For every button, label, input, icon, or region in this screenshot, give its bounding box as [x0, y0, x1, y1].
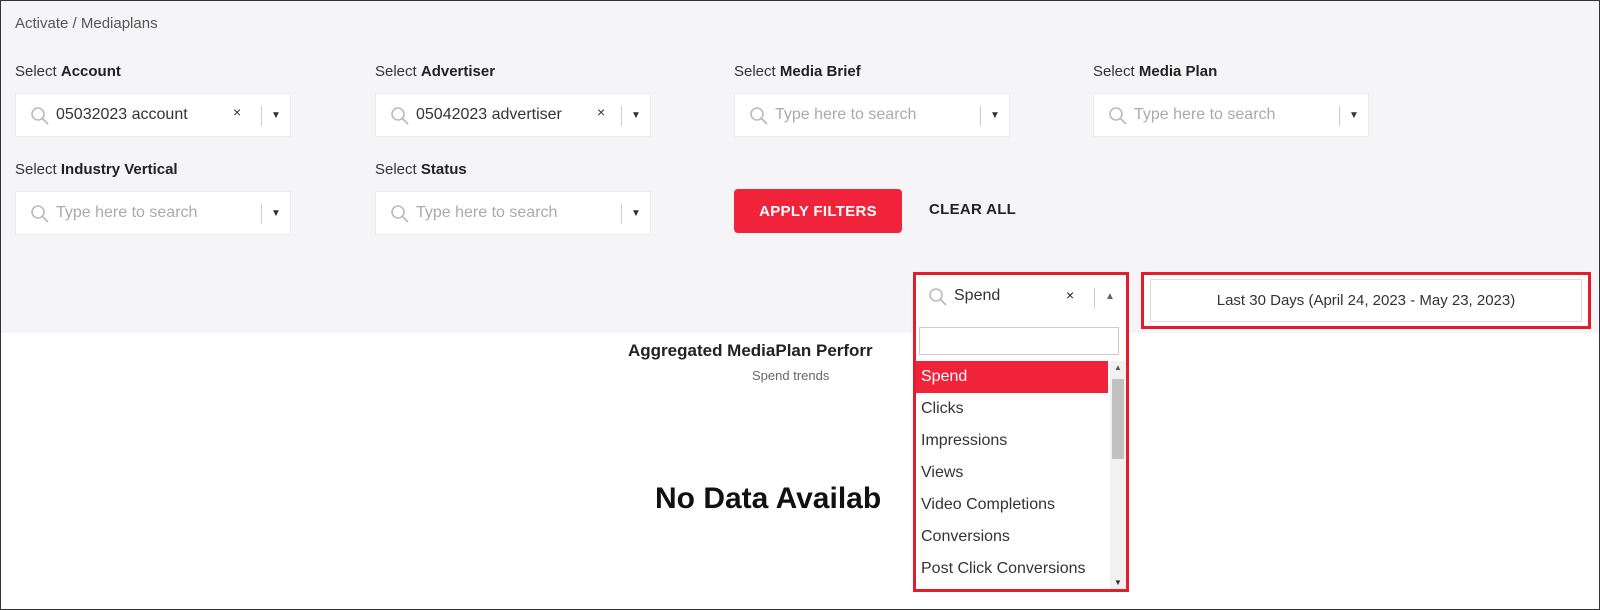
metric-search-input[interactable]: [919, 327, 1119, 355]
metric-option-conversions[interactable]: Conversions: [916, 521, 1108, 553]
metric-option-views[interactable]: Views: [916, 457, 1108, 489]
app-frame: Activate / Mediaplans Select Account 050…: [0, 0, 1600, 610]
status-label: Select Status: [375, 161, 467, 178]
chart-title: Aggregated MediaPlan Perforr: [628, 341, 873, 360]
metric-option-post-click-conversions[interactable]: Post Click Conversions: [916, 553, 1108, 585]
metric-option-impressions[interactable]: Impressions: [916, 425, 1108, 457]
industry-vertical-input[interactable]: Type here to search: [56, 204, 197, 222]
media-brief-label: Select Media Brief: [734, 63, 861, 80]
status-input[interactable]: Type here to search: [416, 204, 557, 222]
options-scrollbar[interactable]: ▲ ▼: [1110, 361, 1126, 589]
media-plan-input[interactable]: Type here to search: [1134, 106, 1275, 124]
clear-icon[interactable]: ×: [233, 104, 241, 120]
apply-filters-button[interactable]: APPLY FILTERS: [734, 189, 902, 233]
divider: [980, 106, 981, 126]
metric-option-video-completions[interactable]: Video Completions: [916, 489, 1108, 521]
advertiser-value[interactable]: 05042023 advertiser: [416, 106, 562, 124]
divider: [1094, 288, 1095, 308]
date-range-picker[interactable]: Last 30 Days (April 24, 2023 - May 23, 2…: [1150, 279, 1582, 322]
divider: [1339, 106, 1340, 126]
advertiser-label: Select Advertiser: [375, 63, 496, 80]
chevron-down-icon[interactable]: ▼: [271, 110, 281, 121]
chevron-down-icon[interactable]: ▼: [990, 110, 1000, 121]
clear-icon[interactable]: ×: [597, 104, 605, 120]
date-range-highlight: Last 30 Days (April 24, 2023 - May 23, 2…: [1141, 272, 1591, 329]
scrollbar-thumb[interactable]: [1112, 379, 1124, 459]
metric-options: Spend Clicks Impressions Views Video Com…: [916, 361, 1108, 589]
divider: [261, 204, 262, 224]
advertiser-select[interactable]: 05042023 advertiser × ▼: [375, 93, 651, 137]
status-select[interactable]: Type here to search ▼: [375, 191, 651, 235]
metric-option-clicks[interactable]: Clicks: [916, 393, 1108, 425]
media-plan-select[interactable]: Type here to search ▼: [1093, 93, 1369, 137]
clear-all-button[interactable]: CLEAR ALL: [929, 201, 1016, 218]
search-icon: [929, 288, 947, 306]
breadcrumb: Activate / Mediaplans: [15, 15, 158, 32]
search-icon: [391, 205, 409, 223]
metric-value[interactable]: Spend: [954, 287, 1000, 305]
clear-icon[interactable]: ×: [1066, 287, 1074, 303]
media-brief-select[interactable]: Type here to search ▼: [734, 93, 1010, 137]
account-select[interactable]: 05032023 account × ▼: [15, 93, 291, 137]
metric-option-spend[interactable]: Spend: [916, 361, 1108, 393]
media-plan-label: Select Media Plan: [1093, 63, 1218, 80]
account-label: Select Account: [15, 63, 121, 80]
metric-select[interactable]: Spend × ▲ Spend Clicks Impressions Views…: [913, 272, 1129, 592]
search-icon: [750, 107, 768, 125]
account-value[interactable]: 05032023 account: [56, 106, 188, 124]
industry-vertical-label: Select Industry Vertical: [15, 161, 178, 178]
divider: [261, 106, 262, 126]
no-data-message: No Data Availab: [655, 482, 882, 515]
metric-select-header[interactable]: Spend × ▲: [916, 275, 1126, 319]
scroll-up-icon[interactable]: ▲: [1114, 363, 1122, 372]
search-icon: [391, 107, 409, 125]
chevron-down-icon[interactable]: ▼: [1349, 110, 1359, 121]
chart-subtitle: Spend trends: [752, 368, 830, 383]
search-icon: [31, 205, 49, 223]
chevron-down-icon[interactable]: ▼: [271, 208, 281, 219]
search-icon: [31, 107, 49, 125]
chevron-up-icon[interactable]: ▲: [1105, 291, 1115, 302]
industry-vertical-select[interactable]: Type here to search ▼: [15, 191, 291, 235]
divider: [621, 106, 622, 126]
chevron-down-icon[interactable]: ▼: [631, 110, 641, 121]
search-icon: [1109, 107, 1127, 125]
divider: [621, 204, 622, 224]
chevron-down-icon[interactable]: ▼: [631, 208, 641, 219]
media-brief-input[interactable]: Type here to search: [775, 106, 916, 124]
scroll-down-icon[interactable]: ▼: [1114, 578, 1122, 587]
